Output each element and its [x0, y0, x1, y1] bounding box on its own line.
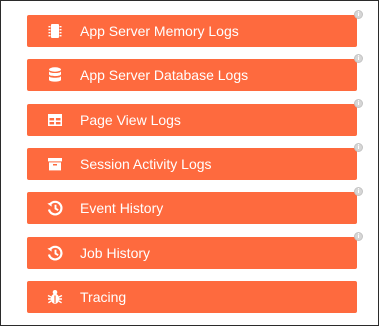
archive-box-icon: [46, 155, 64, 173]
button-label: App Server Database Logs: [80, 67, 249, 83]
info-icon[interactable]: i: [354, 143, 363, 152]
event-history-button[interactable]: Event History i: [27, 187, 363, 224]
history-icon: [46, 199, 64, 217]
button-label: Page View Logs: [80, 112, 181, 128]
info-icon[interactable]: i: [354, 54, 363, 63]
app-server-database-logs-button[interactable]: App Server Database Logs i: [27, 54, 363, 91]
button-label: Session Activity Logs: [80, 156, 212, 172]
app-server-memory-logs-button[interactable]: App Server Memory Logs i: [27, 10, 363, 47]
table-icon: [46, 111, 64, 129]
session-activity-logs-button[interactable]: Session Activity Logs i: [27, 143, 363, 180]
page-view-logs-button[interactable]: Page View Logs i: [27, 99, 363, 136]
history-icon: [46, 244, 64, 262]
info-icon[interactable]: i: [354, 10, 363, 19]
bug-icon: [46, 288, 64, 306]
info-icon[interactable]: i: [354, 232, 363, 241]
memory-chip-icon: [46, 22, 64, 40]
button-label: Job History: [80, 245, 151, 261]
job-history-button[interactable]: Job History i: [27, 232, 363, 269]
tracing-button[interactable]: Tracing: [27, 281, 357, 313]
info-icon[interactable]: i: [354, 99, 363, 108]
button-label: Tracing: [80, 289, 127, 305]
button-label: Event History: [80, 200, 164, 216]
log-panel: App Server Memory Logs i App Server Data…: [0, 0, 379, 326]
database-icon: [46, 66, 64, 84]
button-label: App Server Memory Logs: [80, 23, 239, 39]
info-icon[interactable]: i: [354, 187, 363, 196]
